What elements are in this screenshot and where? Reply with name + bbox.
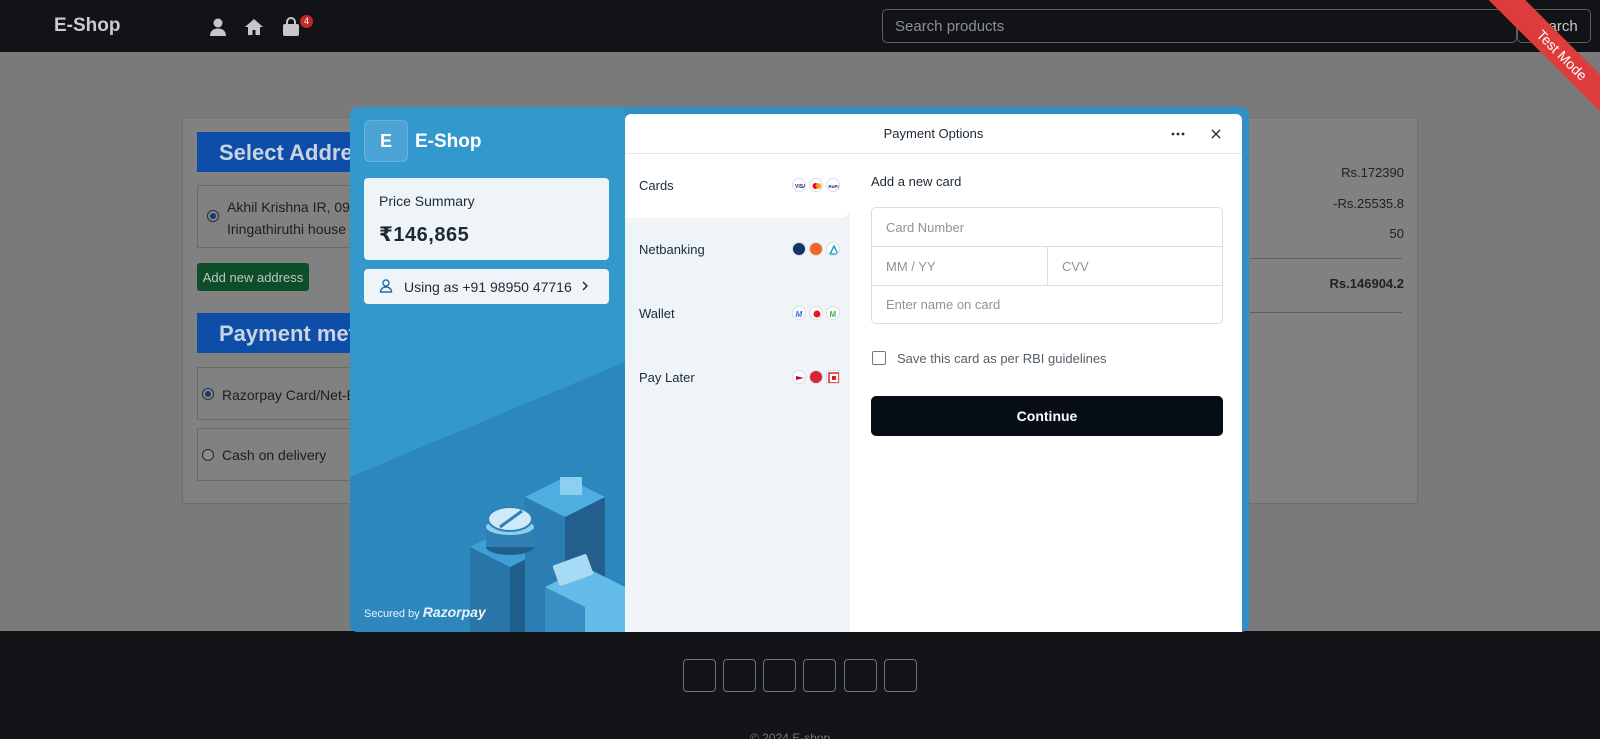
select-address-heading: Select Address xyxy=(197,132,367,172)
save-card-row[interactable]: Save this card as per RBI guidelines xyxy=(871,348,1223,368)
merchant-name: E-Shop xyxy=(415,131,482,152)
chevron-right-icon xyxy=(582,281,588,291)
razorpay-checkout-modal: E E-Shop Price Summary ₹146,865 Using as… xyxy=(350,107,1249,632)
social-button[interactable] xyxy=(803,659,836,692)
pay-later-icon xyxy=(809,370,823,384)
discount-value: -Rs.25535.8 xyxy=(1333,196,1404,211)
method-wallet[interactable]: Wallet M M xyxy=(625,282,850,346)
method-pay-later[interactable]: Pay Later xyxy=(625,346,850,410)
rupay-icon: RuPay xyxy=(826,178,840,192)
svg-text:VISA: VISA xyxy=(795,184,806,190)
pay-later-icon xyxy=(826,370,840,384)
test-mode-ribbon: Test Mode xyxy=(1450,0,1600,150)
expiry-input[interactable] xyxy=(872,247,1047,285)
pay-later-logos xyxy=(792,370,840,384)
home-icon[interactable] xyxy=(244,17,264,37)
svg-text:M: M xyxy=(830,310,837,319)
bank-logos xyxy=(792,242,840,256)
add-card-title: Add a new card xyxy=(871,174,962,189)
secured-by-text: Secured by xyxy=(364,608,420,620)
shipping-value: 50 xyxy=(1389,226,1404,241)
add-card-form: Add a new card Save this card as per RBI… xyxy=(871,174,1223,436)
add-address-button[interactable]: Add new address xyxy=(197,263,309,291)
method-label: Wallet xyxy=(639,306,675,321)
mastercard-icon xyxy=(809,178,823,192)
summary-divider xyxy=(1250,312,1402,313)
cvv-input[interactable] xyxy=(1048,247,1222,285)
address-option[interactable] xyxy=(197,185,367,248)
merchant-logo: E xyxy=(364,120,408,162)
payment-method-heading: Payment method xyxy=(197,313,367,353)
card-details-box xyxy=(871,207,1223,324)
social-button[interactable] xyxy=(884,659,917,692)
close-icon[interactable] xyxy=(1207,125,1225,143)
more-options-icon[interactable] xyxy=(1170,126,1186,142)
save-card-label: Save this card as per RBI guidelines xyxy=(897,351,1107,366)
card-name-input[interactable] xyxy=(872,286,1222,323)
visa-icon: VISA xyxy=(792,178,806,192)
payment-options-panel: Payment Options Cards VISA RuPay Netbank… xyxy=(625,114,1242,632)
svg-text:RuPay: RuPay xyxy=(829,184,841,189)
total-value: Rs.146904.2 xyxy=(1329,276,1404,291)
razorpay-radio[interactable] xyxy=(202,388,214,400)
search-input[interactable] xyxy=(882,9,1517,43)
wallet-icon: M xyxy=(826,306,840,320)
method-label: Pay Later xyxy=(639,370,695,385)
user-icon xyxy=(379,279,393,293)
continue-button[interactable]: Continue xyxy=(871,396,1223,436)
copyright-text: © 2024 E-shop xyxy=(750,731,831,739)
svg-text:M: M xyxy=(796,310,803,319)
save-card-checkbox[interactable] xyxy=(872,351,886,365)
method-cards[interactable]: Cards VISA RuPay xyxy=(625,154,850,218)
wallet-icon xyxy=(809,306,823,320)
user-icon[interactable] xyxy=(208,17,228,37)
cart-count-badge: 4 xyxy=(300,15,313,28)
address-radio[interactable] xyxy=(207,210,219,222)
secured-by-label: Secured by Razorpay xyxy=(364,604,486,620)
bank-icon xyxy=(809,242,823,256)
price-summary-label: Price Summary xyxy=(379,193,475,209)
brand-logo[interactable]: E-Shop xyxy=(54,15,121,37)
address-line-2: Iringathiruthi house xyxy=(227,221,347,237)
method-label: Netbanking xyxy=(639,242,705,257)
method-label: Cards xyxy=(639,178,674,193)
razorpay-logo: Razorpay xyxy=(422,604,486,620)
summary-divider xyxy=(1250,258,1402,259)
shopping-bag-icon[interactable] xyxy=(281,17,301,37)
user-contact-card[interactable]: Using as +91 98950 47716 xyxy=(364,269,609,304)
social-button[interactable] xyxy=(723,659,756,692)
pay-later-icon xyxy=(792,370,806,384)
price-amount: ₹146,865 xyxy=(379,224,470,246)
top-navbar: E-Shop 4 Search xyxy=(0,0,1600,52)
subtotal-value: Rs.172390 xyxy=(1341,165,1404,180)
test-mode-label: Test Mode xyxy=(1477,0,1600,140)
wallet-icon: M xyxy=(792,306,806,320)
bank-icon xyxy=(792,242,806,256)
page-footer xyxy=(0,631,1600,739)
method-netbanking[interactable]: Netbanking xyxy=(625,218,850,282)
social-button[interactable] xyxy=(683,659,716,692)
panel-header: Payment Options xyxy=(625,114,1242,154)
social-button[interactable] xyxy=(844,659,877,692)
panel-title: Payment Options xyxy=(883,126,984,141)
wallet-logos: M M xyxy=(792,306,840,320)
payment-methods-list: Cards VISA RuPay Netbanking Wallet M xyxy=(625,154,850,632)
price-summary-card: Price Summary ₹146,865 xyxy=(364,178,609,260)
cod-radio[interactable] xyxy=(202,449,214,461)
address-line-1: Akhil Krishna IR, 09 xyxy=(227,199,350,215)
card-network-logos: VISA RuPay xyxy=(792,178,840,192)
user-contact-text: Using as +91 98950 47716 xyxy=(404,279,572,295)
bank-icon xyxy=(826,242,840,256)
cod-option-label: Cash on delivery xyxy=(222,447,327,463)
social-button[interactable] xyxy=(763,659,796,692)
razorpay-option-label: Razorpay Card/Net-Banking xyxy=(222,387,367,403)
card-number-input[interactable] xyxy=(872,208,1222,246)
